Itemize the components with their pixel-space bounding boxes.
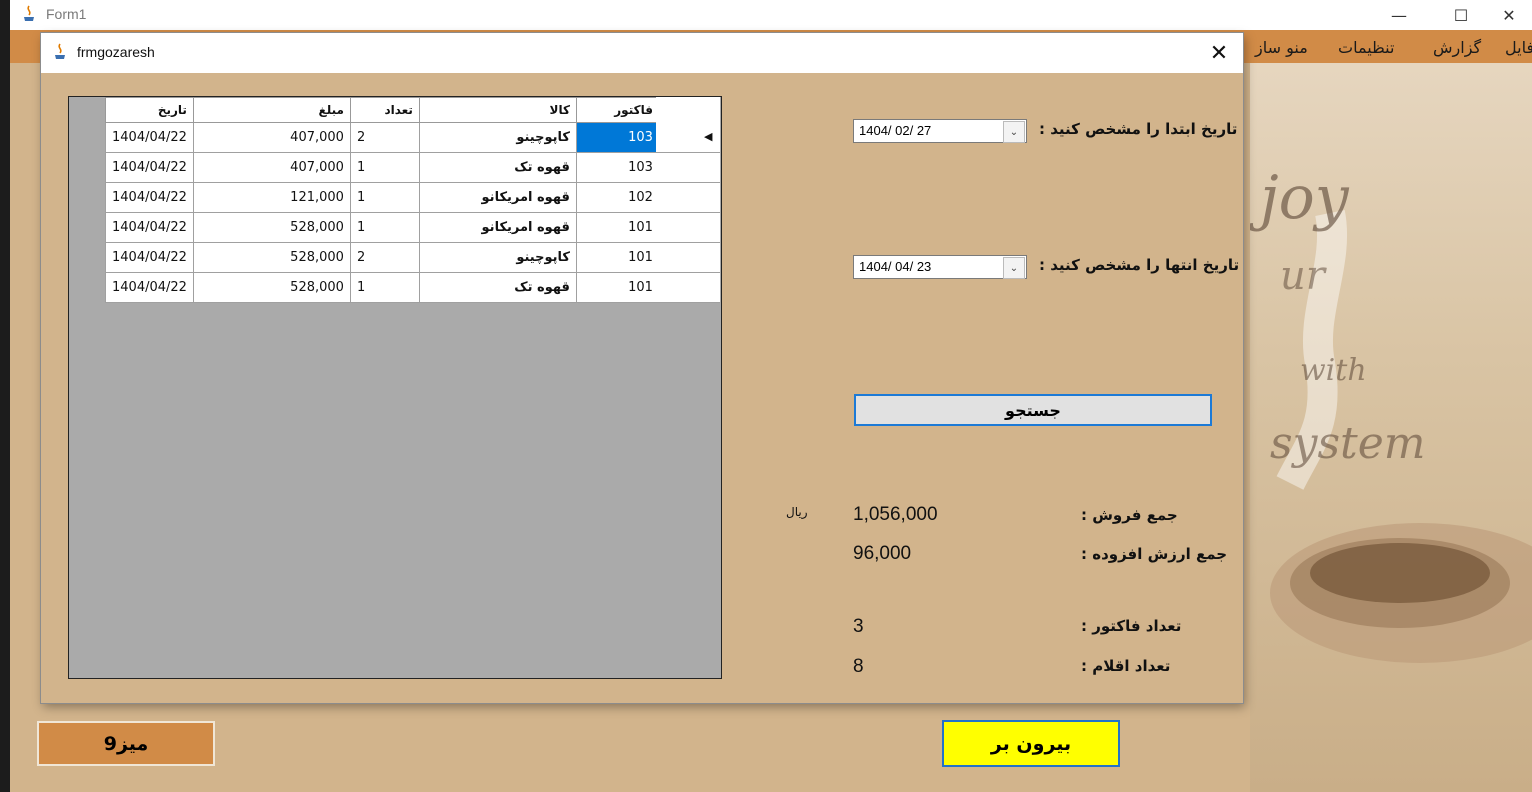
cell-item[interactable]: قهوه تک xyxy=(418,152,577,183)
items-count-label: تعداد اقلام : xyxy=(1081,657,1171,675)
end-date-picker[interactable]: 1404/ 04/ 23 ⌄ xyxy=(853,255,1027,279)
end-date-label: تاریخ انتها را مشخص کنید : xyxy=(1039,256,1240,274)
java-app-icon xyxy=(24,5,34,21)
cell-factor[interactable]: 103 xyxy=(575,152,660,183)
grid-corner-header xyxy=(656,97,720,123)
grid-header-row: تاریخ مبلغ تعداد کالا فاکتور xyxy=(105,97,660,123)
invoice-count-label: تعداد فاکتور : xyxy=(1081,617,1182,635)
menu-report[interactable]: گزارش xyxy=(1433,38,1481,57)
col-header-item[interactable]: کالا xyxy=(418,97,577,123)
table-row[interactable]: 1404/04/22 121,000 1 قهوه امریکانو 102 xyxy=(105,182,660,213)
col-header-qty[interactable]: تعداد xyxy=(349,97,420,123)
row-header[interactable] xyxy=(656,183,720,213)
cell-factor[interactable]: 102 xyxy=(575,182,660,213)
vat-value: 96,000 xyxy=(853,543,912,564)
search-button[interactable]: جستجو xyxy=(854,394,1212,426)
menu-builder[interactable]: منو ساز xyxy=(1255,38,1308,57)
cell-date[interactable]: 1404/04/22 xyxy=(105,122,194,153)
menu-settings[interactable]: تنظیمات xyxy=(1338,38,1394,57)
dialog-title: frmgozaresh xyxy=(77,44,155,60)
current-row-arrow-icon: ◀ xyxy=(704,130,713,143)
row-header[interactable] xyxy=(656,213,720,243)
dialog-title-bar: frmgozaresh ✕ xyxy=(41,33,1243,73)
minimize-icon: — xyxy=(1391,5,1407,25)
end-date-value: 1404/ 04/ 23 xyxy=(859,259,932,274)
col-header-amount[interactable]: مبلغ xyxy=(192,97,351,123)
cell-factor[interactable]: 101 xyxy=(575,272,660,303)
maximize-icon: ☐ xyxy=(1453,5,1469,25)
java-app-icon xyxy=(55,43,65,59)
table-row[interactable]: 1404/04/22 528,000 1 قهوه امریکانو 101 xyxy=(105,212,660,243)
cell-amount[interactable]: 528,000 xyxy=(192,272,351,303)
grid-table: تاریخ مبلغ تعداد کالا فاکتور 1404/04/22 4… xyxy=(105,97,660,303)
chevron-down-icon[interactable]: ⌄ xyxy=(1003,121,1025,143)
bg-word-ur: ur xyxy=(1280,253,1325,299)
table-row[interactable]: 1404/04/22 407,000 1 قهوه تک 103 xyxy=(105,152,660,183)
row-header[interactable] xyxy=(656,153,720,183)
col-header-date[interactable]: تاریخ xyxy=(105,97,194,123)
cell-qty[interactable]: 1 xyxy=(349,212,420,243)
cell-factor[interactable]: 101 xyxy=(575,242,660,273)
start-date-value: 1404/ 02/ 27 xyxy=(859,123,932,138)
close-icon: ✕ xyxy=(1502,5,1516,25)
minimize-button[interactable]: — xyxy=(1376,0,1422,30)
cell-item[interactable]: قهوه امریکانو xyxy=(418,182,577,213)
close-main-button[interactable]: ✕ xyxy=(1486,0,1532,30)
maximize-button[interactable]: ☐ xyxy=(1438,0,1484,30)
cell-date[interactable]: 1404/04/22 xyxy=(105,182,194,213)
table-row[interactable]: 1404/04/22 528,000 1 قهوه تک 101 xyxy=(105,272,660,303)
cell-factor[interactable]: 103 xyxy=(575,122,660,153)
report-data-grid[interactable]: تاریخ مبلغ تعداد کالا فاکتور 1404/04/22 4… xyxy=(68,96,722,679)
exit-button[interactable]: بیرون بر xyxy=(942,720,1120,767)
main-window-title: Form1 xyxy=(46,6,87,22)
currency-label: ریال xyxy=(786,505,808,519)
cell-item[interactable]: کاپوچینو xyxy=(418,242,577,273)
menu-file[interactable]: فایل xyxy=(1505,38,1532,57)
table-row[interactable]: 1404/04/22 407,000 2 کاپوچینو 103 xyxy=(105,122,660,153)
bg-word-joy: joy xyxy=(1260,163,1349,233)
report-dialog: frmgozaresh ✕ تاریخ مبلغ تعداد کالا فاکت… xyxy=(41,33,1243,703)
cell-item[interactable]: قهوه تک xyxy=(418,272,577,303)
close-icon: ✕ xyxy=(1209,40,1229,66)
main-title-bar: Form1 — ☐ ✕ xyxy=(10,0,1532,30)
row-header-current[interactable]: ◀ xyxy=(656,122,720,153)
cell-qty[interactable]: 1 xyxy=(349,272,420,303)
cell-amount[interactable]: 121,000 xyxy=(192,182,351,213)
cell-amount[interactable]: 528,000 xyxy=(192,212,351,243)
cell-item[interactable]: کاپوچینو xyxy=(418,122,577,153)
cell-date[interactable]: 1404/04/22 xyxy=(105,152,194,183)
start-date-picker[interactable]: 1404/ 02/ 27 ⌄ xyxy=(853,119,1027,143)
cell-amount[interactable]: 407,000 xyxy=(192,152,351,183)
items-count-value: 8 xyxy=(853,656,864,677)
cell-qty[interactable]: 1 xyxy=(349,182,420,213)
chevron-down-icon[interactable]: ⌄ xyxy=(1003,257,1025,279)
coffee-background-art: joy ur with system xyxy=(1250,63,1532,792)
cell-qty[interactable]: 2 xyxy=(349,122,420,153)
col-header-factor[interactable]: فاکتور xyxy=(575,97,660,123)
table-row[interactable]: 1404/04/22 528,000 2 کاپوچینو 101 xyxy=(105,242,660,273)
close-dialog-button[interactable]: ✕ xyxy=(1201,37,1237,69)
cell-date[interactable]: 1404/04/22 xyxy=(105,212,194,243)
cell-amount[interactable]: 407,000 xyxy=(192,122,351,153)
vat-label: جمع ارزش افزوده : xyxy=(1081,545,1228,563)
row-header[interactable] xyxy=(656,243,720,273)
cell-factor[interactable]: 101 xyxy=(575,212,660,243)
row-header[interactable] xyxy=(656,273,720,303)
bg-word-with: with xyxy=(1300,353,1367,388)
cell-qty[interactable]: 2 xyxy=(349,242,420,273)
total-sales-label: جمع فروش : xyxy=(1081,506,1178,524)
cell-date[interactable]: 1404/04/22 xyxy=(105,242,194,273)
table-9-button[interactable]: میز9 xyxy=(37,721,215,766)
cell-amount[interactable]: 528,000 xyxy=(192,242,351,273)
total-sales-value: 1,056,000 xyxy=(853,504,938,525)
left-edge-strip xyxy=(0,0,10,792)
invoice-count-value: 3 xyxy=(853,616,864,637)
bg-word-system: system xyxy=(1270,418,1426,469)
start-date-label: تاریخ ابتدا را مشخص کنید : xyxy=(1039,120,1238,138)
cell-date[interactable]: 1404/04/22 xyxy=(105,272,194,303)
cell-qty[interactable]: 1 xyxy=(349,152,420,183)
cell-item[interactable]: قهوه امریکانو xyxy=(418,212,577,243)
